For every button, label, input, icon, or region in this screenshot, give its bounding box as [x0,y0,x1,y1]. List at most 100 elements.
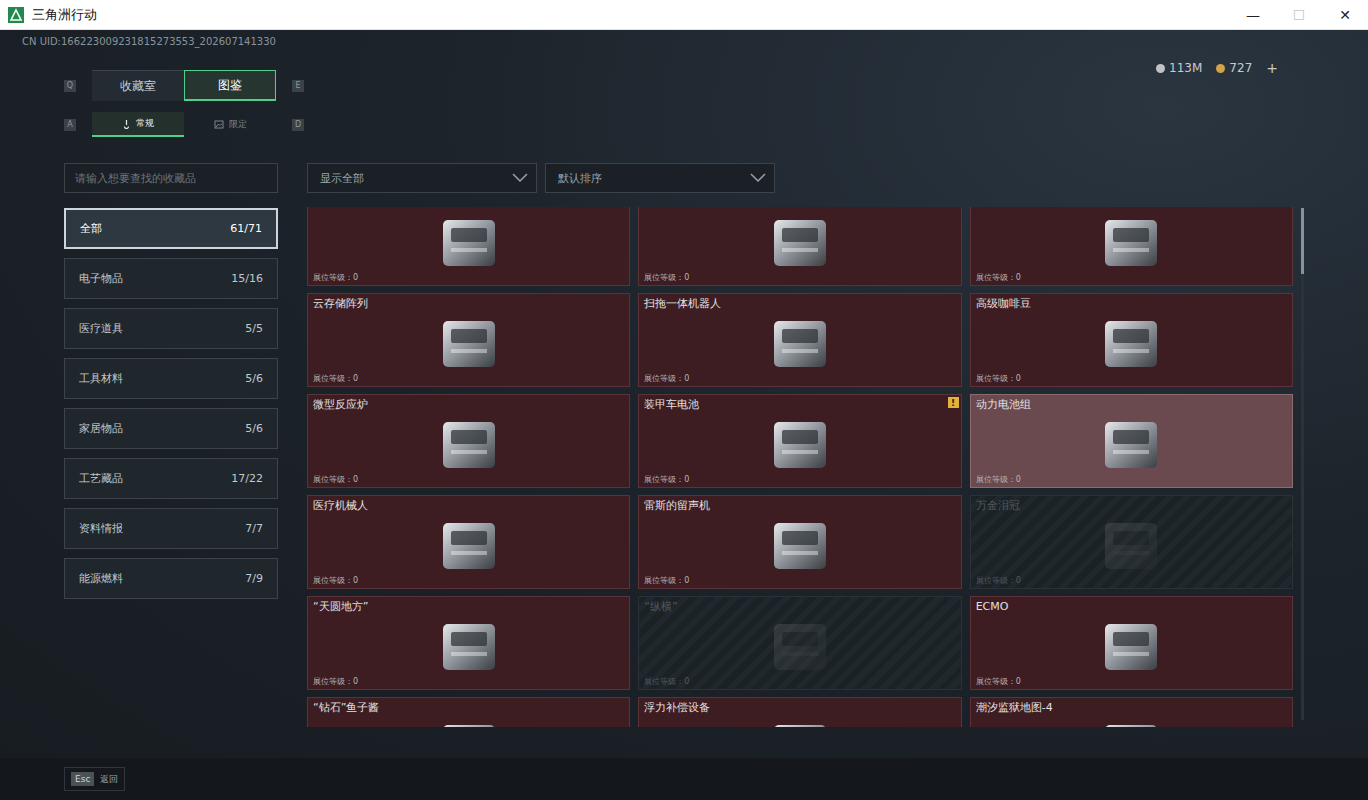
booth-level: 展位等级：0 [976,374,1021,384]
category-item[interactable]: 全部 61/71 [64,208,278,249]
category-item[interactable]: 资料情报 7/7 [64,508,278,549]
collection-card[interactable]: 扫拖一体机器人 展位等级：0 [638,293,961,387]
collection-panel: 显示全部 默认排序 展位等级：0 展位等级：0 展位等级：0 云存储阵列 展位等… [307,163,1307,727]
collection-card[interactable]: 医疗机械人 展位等级：0 [307,495,630,589]
main-tab[interactable]: 图鉴 [184,70,276,101]
filter-dropdown[interactable]: 默认排序 [545,163,775,193]
category-item[interactable]: 工具材料 5/6 [64,358,278,399]
card-grid: 展位等级：0 展位等级：0 展位等级：0 云存储阵列 展位等级：0 扫拖一体机器… [307,207,1293,727]
coin-icon [1216,64,1225,73]
app-logo-icon [8,7,24,23]
category-item[interactable]: 工艺藏品 17/22 [64,458,278,499]
footer-bar: Esc 返回 [0,758,1368,800]
collection-card[interactable]: 微型反应炉 展位等级：0 [307,394,630,488]
booth-level: 展位等级：0 [644,374,689,384]
item-image-icon [760,414,840,474]
item-image-icon [760,717,840,727]
card-title: 雷斯的留声机 [644,499,710,513]
card-title: 装甲车电池 [644,398,699,412]
booth-level: 展位等级：0 [313,475,358,485]
sub-tabs: A 常规 限定 D [0,112,1368,137]
key-hint: A [64,119,76,131]
sub-tab[interactable]: 限定 [184,112,276,137]
window-title: 三角洲行动 [32,6,97,24]
chevron-down-icon [750,173,766,183]
item-image-icon [760,313,840,373]
category-item[interactable]: 医疗道具 5/5 [64,308,278,349]
item-image-icon [429,717,509,727]
booth-level: 展位等级：0 [313,576,358,586]
add-currency-button[interactable]: + [1266,60,1278,76]
currency: 727 [1216,61,1252,75]
collection-card[interactable]: 展位等级：0 [307,207,630,286]
collection-card[interactable]: 展位等级：0 [638,207,961,286]
window-control-button[interactable]: — [1230,0,1276,30]
card-title: “天圆地方” [313,600,368,614]
key-hint: Q [64,80,76,92]
sub-tab[interactable]: 常规 [92,112,184,137]
scrollbar[interactable] [1301,207,1304,720]
card-title: “纵横” [644,600,677,614]
item-image-icon [429,313,509,373]
item-image-icon [429,414,509,474]
collection-card[interactable]: “纵横” 展位等级：0 [638,596,961,690]
booth-level: 展位等级：0 [313,374,358,384]
item-image-icon [1091,717,1171,727]
collection-card[interactable]: 展位等级：0 [970,207,1293,286]
booth-level: 展位等级：0 [644,677,689,687]
card-title: 浮力补偿设备 [644,701,710,715]
collection-card[interactable]: 云存储阵列 展位等级：0 [307,293,630,387]
title-bar: 三角洲行动 —☐✕ [0,0,1368,30]
collection-card[interactable]: 浮力补偿设备 [638,697,961,727]
chevron-down-icon [512,173,528,183]
card-title: 微型反应炉 [313,398,368,412]
key-hint: D [292,119,304,131]
limited-icon [214,120,224,129]
card-title: 潮汐监狱地图-4 [976,701,1053,715]
category-item[interactable]: 能源燃料 7/9 [64,558,278,599]
collection-card[interactable]: 万金泪冠 展位等级：0 [970,495,1293,589]
scrollbar-thumb[interactable] [1301,208,1304,275]
filter-dropdown[interactable]: 显示全部 [307,163,537,193]
collection-card[interactable]: “天圆地方” 展位等级：0 [307,596,630,690]
item-image-icon [429,212,509,272]
collection-card[interactable]: 潮汐监狱地图-4 [970,697,1293,727]
item-image-icon [429,515,509,575]
collection-card[interactable]: 装甲车电池 展位等级：0 ! [638,394,961,488]
category-item[interactable]: 家居物品 5/6 [64,408,278,449]
booth-level: 展位等级：0 [644,273,689,283]
screen: 三角洲行动 —☐✕ CN UID:166223009231815273553_2… [0,0,1368,800]
coin-icon [1156,64,1165,73]
notice-badge: ! [948,397,959,408]
item-image-icon [760,616,840,676]
collection-card[interactable]: 高级咖啡豆 展位等级：0 [970,293,1293,387]
item-image-icon [760,212,840,272]
game-area: CN UID:166223009231815273553_20260714133… [0,30,1368,800]
collection-card[interactable]: 动力电池组 展位等级：0 [970,394,1293,488]
collection-card[interactable]: ECMO 展位等级：0 [970,596,1293,690]
item-image-icon [1091,616,1171,676]
uid-label: CN UID:166223009231815273553_20260714133… [0,30,1368,50]
currency: 113M [1156,61,1202,75]
window-control-button: ☐ [1276,0,1322,30]
back-button[interactable]: Esc 返回 [64,767,125,791]
item-image-icon [1091,515,1171,575]
booth-level: 展位等级：0 [976,475,1021,485]
category-item[interactable]: 电子物品 15/16 [64,258,278,299]
booth-level: 展位等级：0 [644,475,689,485]
collection-card[interactable]: 雷斯的留声机 展位等级：0 [638,495,961,589]
main-tabs: Q 收藏室图鉴 E [64,70,304,101]
booth-level: 展位等级：0 [313,677,358,687]
card-title: 扫拖一体机器人 [644,297,721,311]
booth-level: 展位等级：0 [313,273,358,283]
search-input[interactable] [64,163,278,193]
card-title: 医疗机械人 [313,499,368,513]
window-control-button[interactable]: ✕ [1322,0,1368,30]
booth-level: 展位等级：0 [976,677,1021,687]
item-image-icon [760,515,840,575]
booth-level: 展位等级：0 [976,273,1021,283]
collection-card[interactable]: “钻石”鱼子酱 [307,697,630,727]
booth-level: 展位等级：0 [644,576,689,586]
item-image-icon [1091,212,1171,272]
main-tab[interactable]: 收藏室 [92,70,184,101]
